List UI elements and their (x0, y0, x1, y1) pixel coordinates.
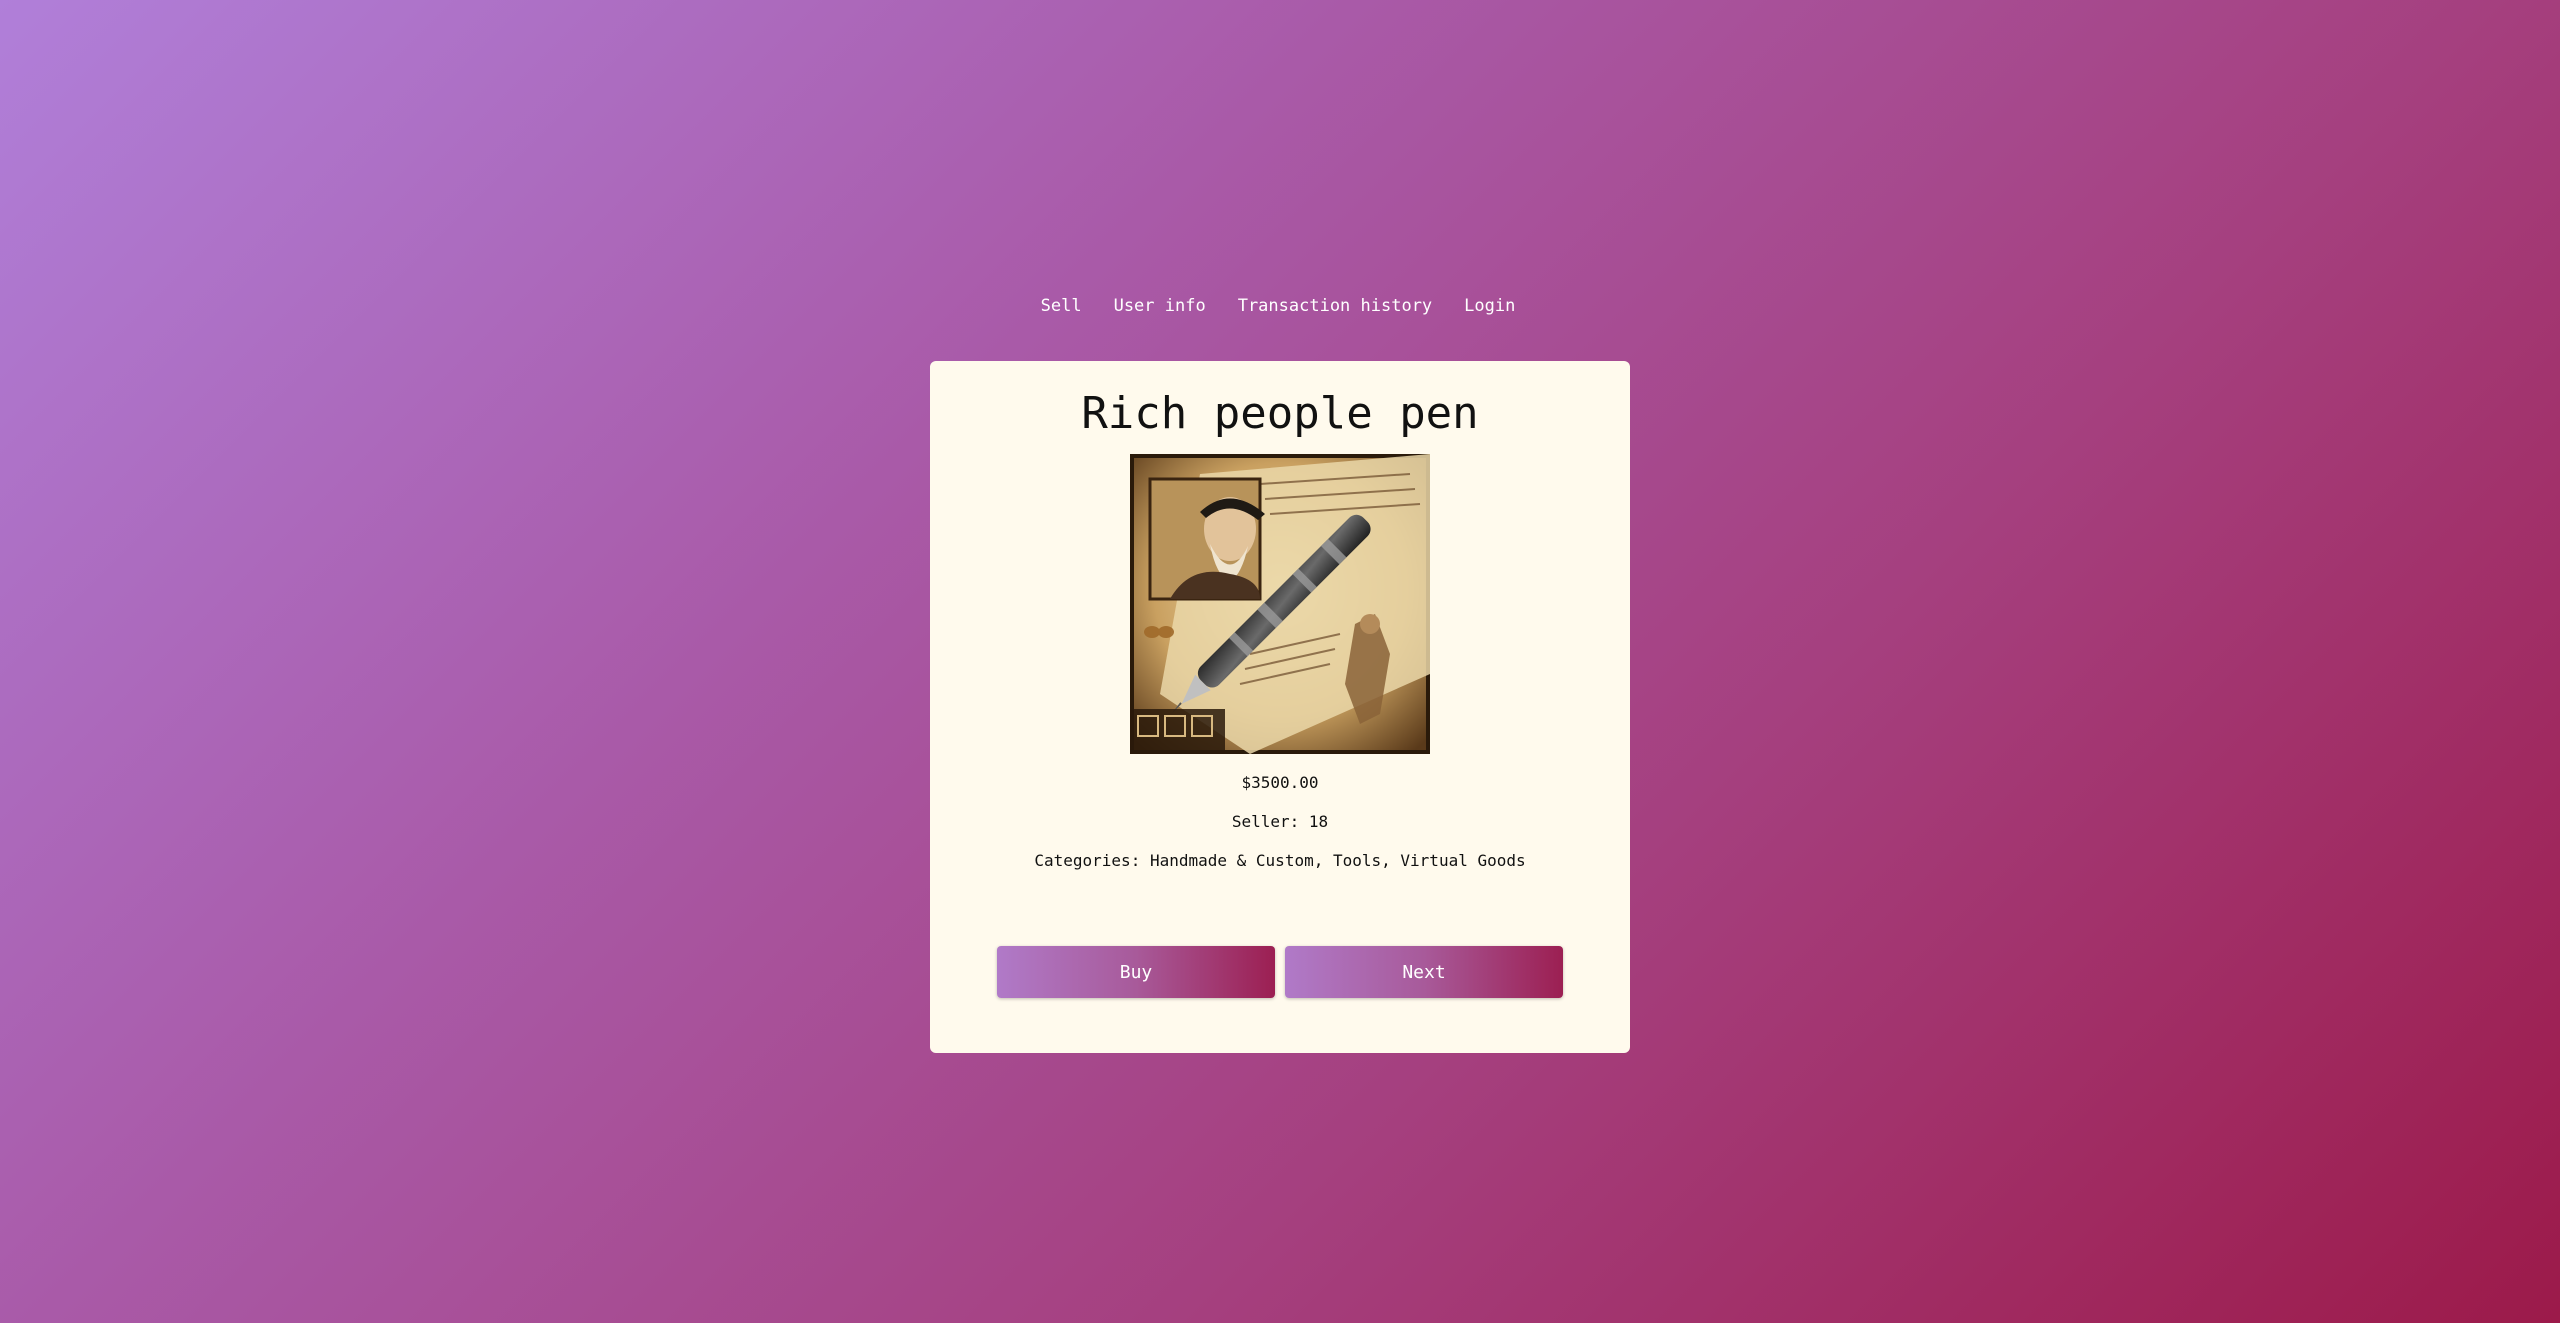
nav-item-login[interactable]: Login (1464, 292, 1515, 320)
main-nav: Sell User info Transaction history Login (0, 292, 2558, 320)
nav-item-transaction-history[interactable]: Transaction history (1238, 292, 1432, 320)
nav-item-sell[interactable]: Sell (1041, 292, 1082, 320)
action-buttons: Buy Next (997, 946, 1563, 998)
buy-button[interactable]: Buy (997, 946, 1275, 998)
next-button[interactable]: Next (1285, 946, 1563, 998)
product-card: Rich people pen $3500.00 Seller: 18 Cate… (930, 361, 1630, 1053)
product-price: $3500.00 (1241, 773, 1319, 792)
product-title: Rich people pen (1081, 388, 1479, 439)
pen-illustration (1130, 454, 1430, 754)
nav-item-user-info[interactable]: User info (1114, 292, 1206, 320)
product-image (1130, 454, 1430, 754)
product-categories: Categories: Handmade & Custom, Tools, Vi… (1034, 851, 1526, 870)
product-seller: Seller: 18 (1231, 812, 1329, 831)
